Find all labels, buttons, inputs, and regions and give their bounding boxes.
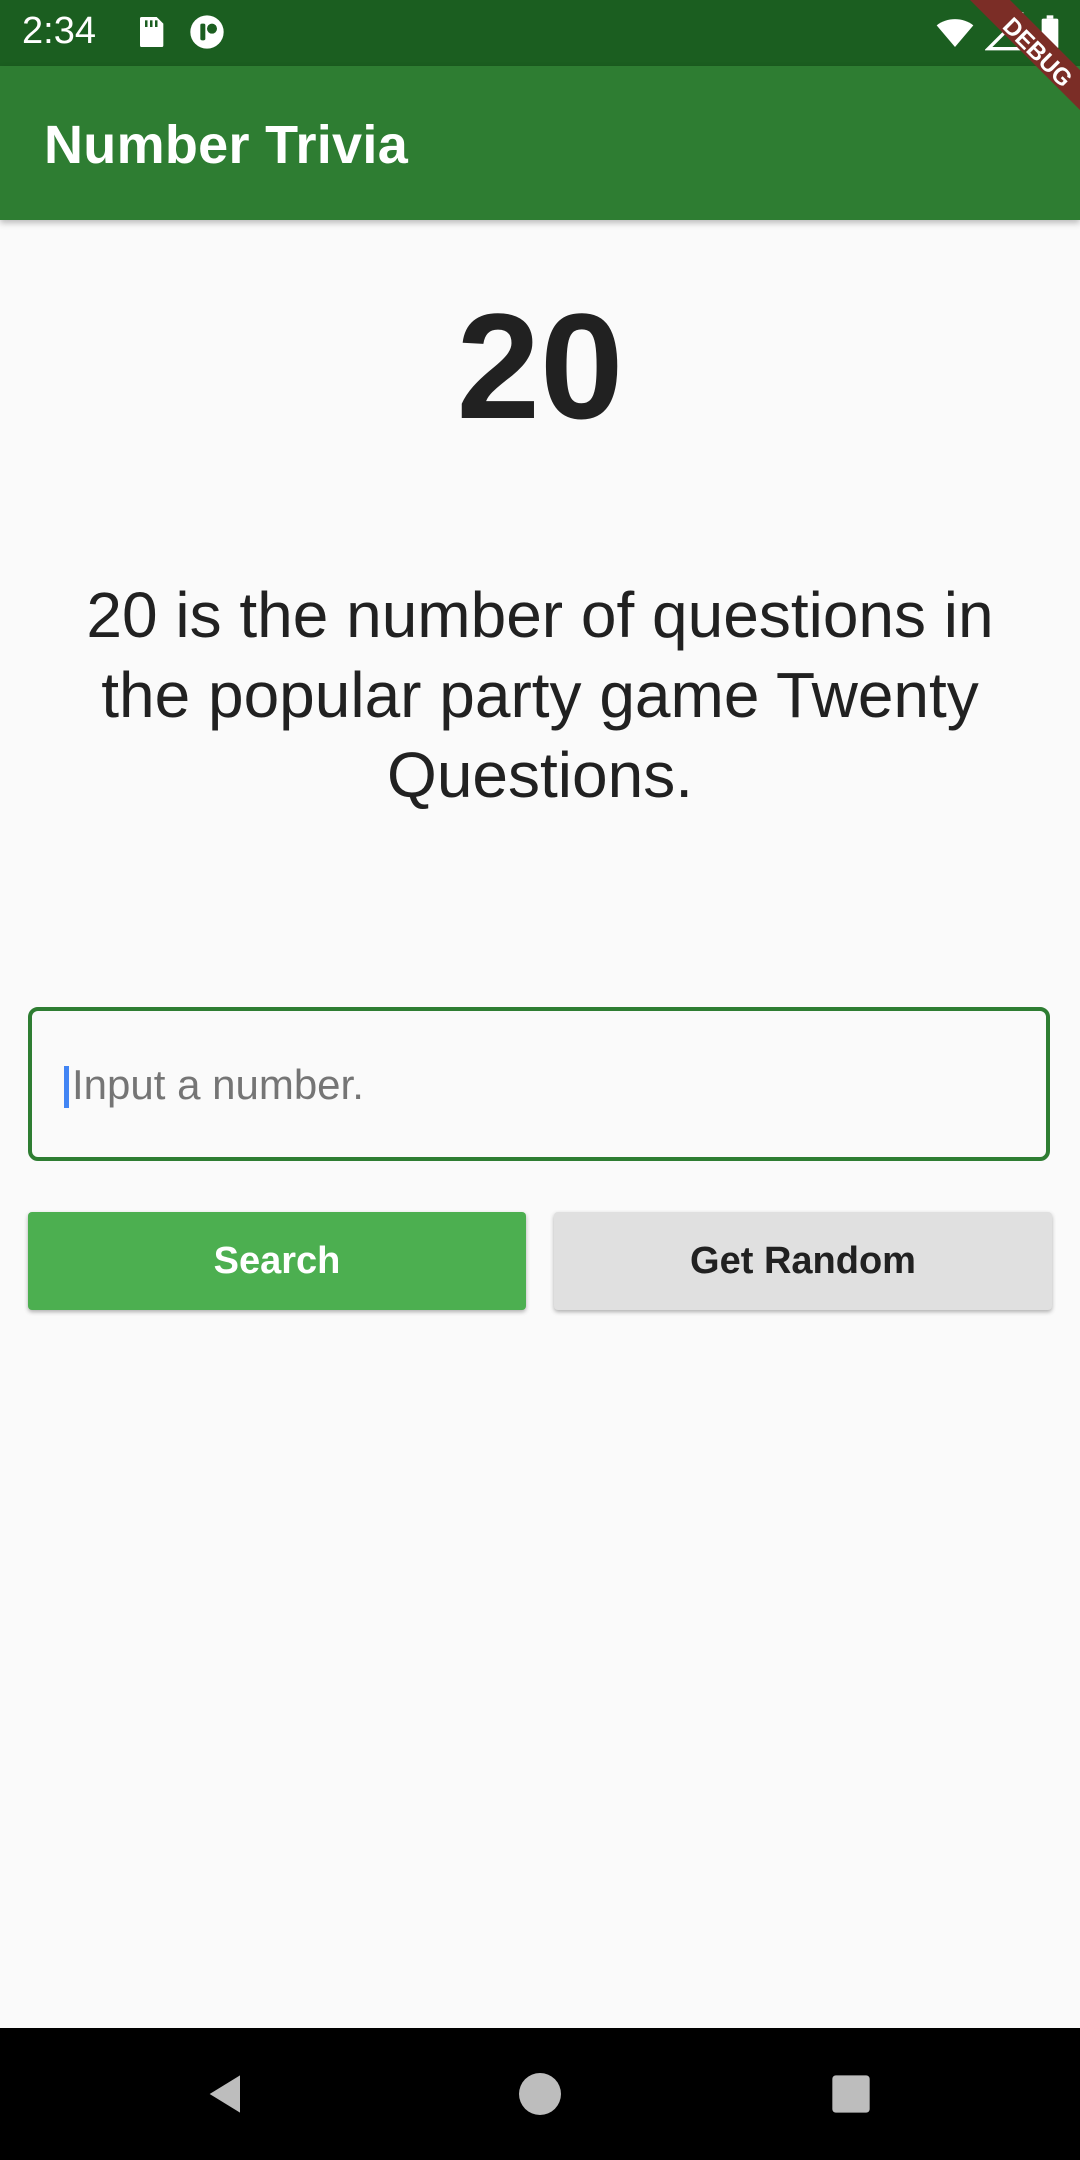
app-notification-icon [190,15,224,49]
app-bar: Number Trivia [0,66,1080,220]
debug-banner: DEBUG [970,0,1080,110]
nav-bar [0,2028,1080,2160]
status-time: 2:34 [22,10,96,52]
sd-card-icon [140,17,164,47]
debug-label: DEBUG [997,13,1077,93]
search-button[interactable]: Search [28,1212,526,1310]
app-title: Number Trivia [44,115,409,175]
trivia-number: 20 [456,282,624,450]
number-input-field[interactable]: Input a number. [28,1007,1050,1161]
text-caret [64,1066,69,1108]
trivia-text: 20 is the number of questions in the pop… [86,579,994,811]
input-placeholder: Input a number. [72,1061,364,1108]
get-random-button[interactable]: Get Random [554,1212,1052,1310]
status-bar: 2:34 [0,0,1080,66]
back-icon[interactable] [198,2066,254,2122]
recents-icon[interactable] [823,2066,879,2122]
home-icon[interactable] [512,2066,568,2122]
